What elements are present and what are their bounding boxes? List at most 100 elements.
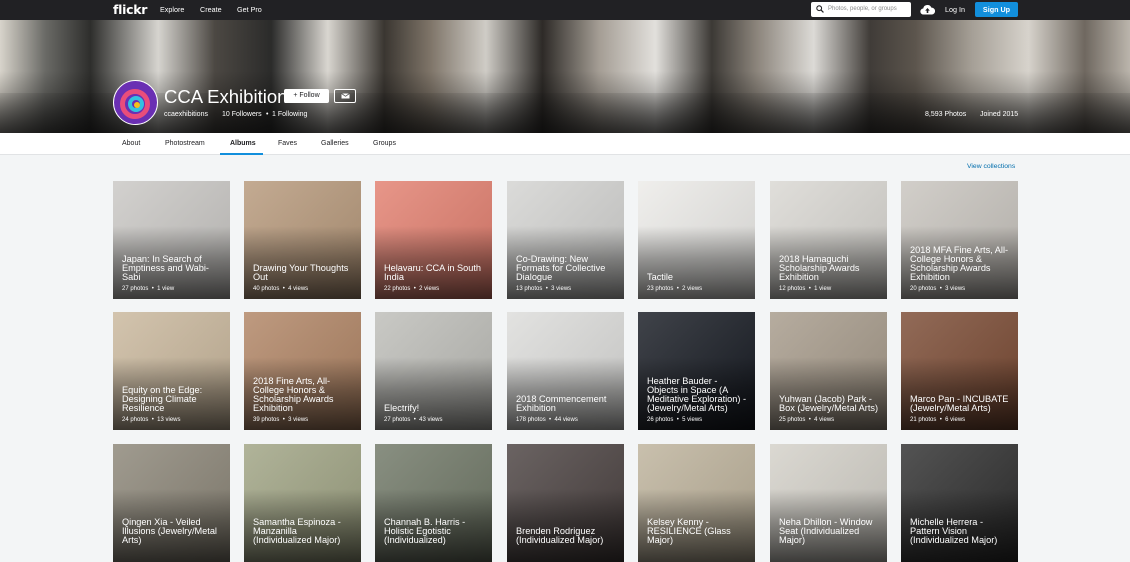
search-box[interactable]: Photos, people, or groups [811, 2, 911, 17]
album-meta: 23 photos • 2 views [647, 286, 702, 292]
album-card[interactable]: Neha Dhillon - Window Seat (Individualiz… [770, 444, 887, 562]
meta-separator: • [805, 286, 815, 292]
active-tab-indicator [220, 153, 263, 155]
album-title: Helavaru: CCA in South India [384, 263, 482, 282]
meta-separator: • [148, 286, 158, 292]
album-title: 2018 MFA Fine Arts, All-College Honors &… [910, 245, 1009, 282]
album-card[interactable]: Heather Bauder - Objects in Space (A Med… [638, 312, 755, 430]
album-card[interactable]: Tactile 23 photos • 2 views [638, 181, 755, 299]
album-view-count: 44 views [554, 417, 578, 423]
album-photo-count: 21 photos [910, 417, 937, 423]
album-meta: 20 photos • 3 views [910, 286, 965, 292]
meta-separator: • [410, 417, 420, 423]
album-photo-count: 40 photos [253, 286, 280, 292]
photo-count: 8,593 Photos [925, 111, 967, 118]
album-meta: 39 photos • 3 views [253, 417, 308, 423]
album-card[interactable]: Marco Pan - INCUBATE (Jewelry/Metal Arts… [901, 312, 1018, 430]
album-view-count: 6 views [945, 417, 966, 423]
album-card[interactable]: Kelsey Kenny - RESILIENCE (Glass Major) [638, 444, 755, 562]
album-view-count: 3 views [551, 286, 572, 292]
album-meta: 178 photos • 44 views [516, 417, 578, 423]
separator-dot: • [266, 111, 269, 118]
meta-separator: • [936, 417, 946, 423]
username: ccaexhibitions [164, 111, 208, 118]
album-title: Qingen Xia - Veiled Illusions (Jewelry/M… [122, 517, 217, 545]
album-title: 2018 Commencement Exhibition [516, 394, 607, 413]
plus-icon: + [293, 92, 298, 99]
album-view-count: 2 views [682, 286, 703, 292]
album-card[interactable]: Drawing Your Thoughts Out 40 photos • 4 v… [244, 181, 361, 299]
avatar [113, 80, 158, 125]
tab-photostream[interactable]: Photostream [165, 140, 205, 147]
meta-separator: • [673, 286, 683, 292]
followers-link[interactable]: 10 Followers [222, 111, 262, 118]
album-title: Yuhwan (Jacob) Park - Box (Jewelry/Metal… [779, 394, 879, 413]
album-meta: 27 photos • 43 views [384, 417, 442, 423]
meta-separator: • [279, 286, 289, 292]
album-meta: 26 photos • 5 views [647, 417, 702, 423]
meta-separator: • [805, 417, 815, 423]
page-title: CCA Exhibitions [164, 86, 297, 107]
album-photo-count: 178 photos [516, 417, 546, 423]
album-view-count: 4 views [288, 286, 309, 292]
album-title: Neha Dhillon - Window Seat (Individualiz… [779, 517, 873, 545]
album-card[interactable]: 2018 Commencement Exhibition 178 photos •… [507, 312, 624, 430]
album-title: Samantha Espinoza - Manzanilla (Individu… [253, 517, 341, 545]
search-input[interactable]: Photos, people, or groups [828, 2, 897, 17]
album-card[interactable]: Yuhwan (Jacob) Park - Box (Jewelry/Metal… [770, 312, 887, 430]
message-button[interactable] [334, 89, 356, 103]
album-photo-count: 27 photos [384, 417, 411, 423]
login-link[interactable]: Log In [945, 5, 965, 14]
album-title: Heather Bauder - Objects in Space (A Med… [647, 376, 747, 413]
view-collections-link[interactable]: View collections [967, 163, 1015, 170]
album-card[interactable]: Equity on the Edge: Designing Climate Re… [113, 312, 230, 430]
album-photo-count: 12 photos [779, 286, 806, 292]
album-photo-count: 27 photos [122, 286, 149, 292]
tab-faves[interactable]: Faves [278, 140, 297, 147]
album-card[interactable]: Brenden Rodriguez (Individualized Major) [507, 444, 624, 562]
following-link[interactable]: 1 Following [272, 111, 307, 118]
album-card[interactable]: Qingen Xia - Veiled Illusions (Jewelry/M… [113, 444, 230, 562]
tab-about[interactable]: About [122, 140, 140, 147]
album-title: Marco Pan - INCUBATE (Jewelry/Metal Arts… [910, 394, 1009, 413]
album-card[interactable]: Samantha Espinoza - Manzanilla (Individu… [244, 444, 361, 562]
album-card[interactable]: Channah B. Harris - Holistic Egotistic (… [375, 444, 492, 562]
album-card[interactable]: Electrify! 27 photos • 43 views [375, 312, 492, 430]
album-card[interactable]: Co-Drawing: New Formats for Collective D… [507, 181, 624, 299]
album-view-count: 1 view [157, 286, 175, 292]
meta-separator: • [279, 417, 289, 423]
meta-separator: • [673, 417, 683, 423]
album-title: 2018 Hamaguchi Scholarship Awards Exhibi… [779, 254, 860, 282]
album-title: Tactile [647, 272, 674, 282]
search-icon [816, 5, 824, 13]
flickr-logo[interactable]: flickr [113, 2, 147, 17]
nav-create[interactable]: Create [200, 5, 222, 14]
album-view-count: 4 views [814, 417, 835, 423]
nav-explore[interactable]: Explore [160, 5, 184, 14]
album-card[interactable]: Japan: In Search of Emptiness and Wabi-S… [113, 181, 230, 299]
album-meta: 24 photos • 13 views [122, 417, 180, 423]
meta-separator: • [936, 286, 946, 292]
album-photo-count: 13 photos [516, 286, 543, 292]
tab-albums[interactable]: Albums [230, 140, 256, 147]
tab-galleries[interactable]: Galleries [321, 140, 349, 147]
album-card[interactable]: Helavaru: CCA in South India 22 photos • … [375, 181, 492, 299]
album-photo-count: 24 photos [122, 417, 149, 423]
album-card[interactable]: 2018 Fine Arts, All-College Honors & Sch… [244, 312, 361, 430]
top-nav: flickr Explore Create Get Pro Photos, pe… [0, 0, 1130, 20]
album-meta: 40 photos • 4 views [253, 286, 308, 292]
profile-tabs: About Photostream Albums Faves Galleries… [0, 133, 1130, 155]
follow-button[interactable]: + Follow [284, 89, 329, 103]
meta-separator: • [542, 286, 552, 292]
album-card[interactable]: 2018 Hamaguchi Scholarship Awards Exhibi… [770, 181, 887, 299]
album-meta: 13 photos • 3 views [516, 286, 571, 292]
album-card[interactable]: Michelle Herrera - Pattern Vision (Indiv… [901, 444, 1018, 562]
upload-cloud-icon[interactable] [920, 4, 935, 15]
follow-label: Follow [299, 92, 320, 99]
album-view-count: 13 views [157, 417, 181, 423]
meta-separator: • [410, 286, 420, 292]
nav-get-pro[interactable]: Get Pro [237, 5, 262, 14]
tab-groups[interactable]: Groups [373, 140, 396, 147]
signup-button[interactable]: Sign Up [975, 2, 1018, 17]
album-card[interactable]: 2018 MFA Fine Arts, All-College Honors &… [901, 181, 1018, 299]
